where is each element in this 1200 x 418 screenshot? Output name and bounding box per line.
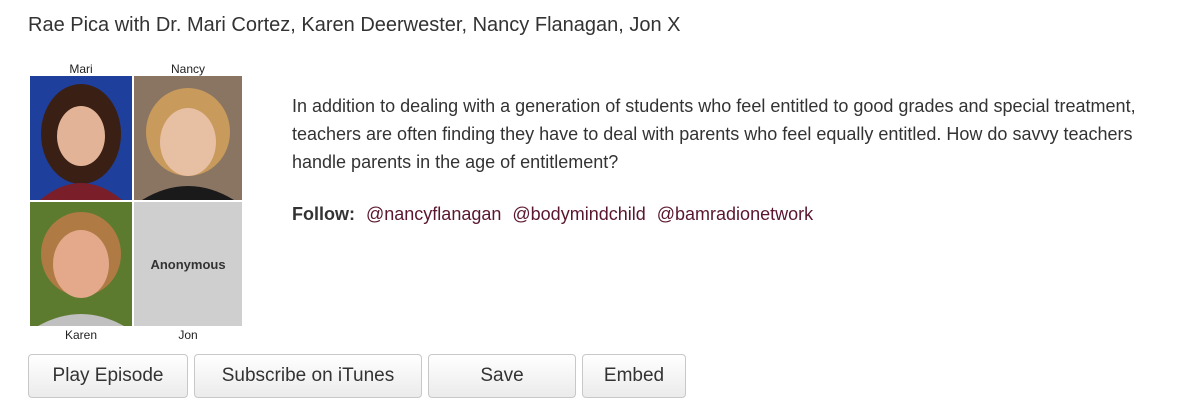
episode-page: Rae Pica with Dr. Mari Cortez, Karen Dee… [0, 0, 1200, 418]
follow-link-bodymindchild[interactable]: @bodymindchild [512, 204, 645, 224]
follow-label: Follow: [292, 204, 355, 224]
photo-karen [30, 202, 132, 326]
follow-link-nancyflanagan[interactable]: @nancyflanagan [366, 204, 501, 224]
label-mari: Mari [69, 62, 93, 76]
label-nancy: Nancy [170, 62, 205, 76]
embed-button[interactable]: Embed [582, 354, 686, 398]
episode-description: In addition to dealing with a generation… [292, 96, 1136, 172]
photo-anonymous: Anonymous [134, 202, 242, 326]
episode-title: Rae Pica with Dr. Mari Cortez, Karen Dee… [28, 14, 681, 36]
photo-nancy [134, 76, 242, 200]
photo-mari [30, 76, 132, 200]
subscribe-itunes-button[interactable]: Subscribe on iTunes [194, 354, 422, 398]
save-button[interactable]: Save [428, 354, 576, 398]
follow-link-bamradionetwork[interactable]: @bamradionetwork [657, 204, 813, 224]
anonymous-label: Anonymous [150, 256, 226, 272]
action-buttons: Play Episode Subscribe on iTunes Save Em… [28, 354, 686, 398]
label-jon: Jon [178, 328, 198, 342]
play-episode-button[interactable]: Play Episode [28, 354, 188, 398]
follow-line: Follow: @nancyflanagan @bodymindchild @b… [292, 204, 813, 225]
label-karen: Karen [64, 328, 98, 342]
guest-photo-collage: Mari Nancy Anonymous Karen Jon [28, 60, 248, 342]
